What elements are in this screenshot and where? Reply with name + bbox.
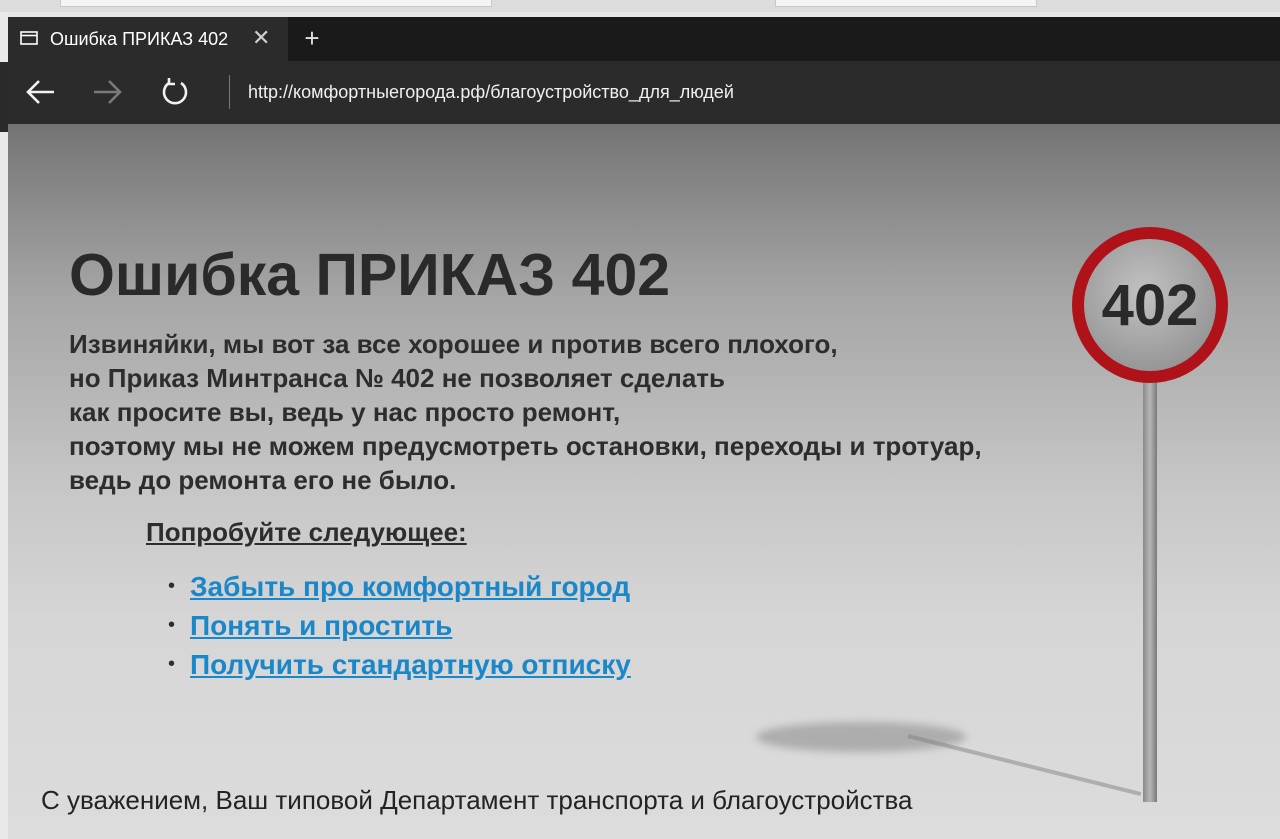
- link-standard-reply[interactable]: Получить стандартную отписку: [190, 649, 631, 681]
- try-heading: Попробуйте следующее:: [146, 517, 467, 547]
- nav-separator: [229, 75, 230, 109]
- page-title: Ошибка ПРИКАЗ 402: [69, 242, 671, 308]
- message-line: как просите вы, ведь у нас просто ремонт…: [69, 397, 621, 427]
- sign-number: 402: [1102, 273, 1199, 338]
- background-tab: [775, 0, 1037, 7]
- page-content: Ошибка ПРИКАЗ 402 Извиняйки, мы вот за в…: [8, 124, 1280, 839]
- back-arrow-icon[interactable]: [24, 76, 58, 108]
- signature: С уважением, Ваш типовой Департамент тра…: [41, 785, 913, 815]
- background-window-strip: [0, 0, 1280, 12]
- close-icon[interactable]: ✕: [252, 25, 270, 51]
- speed-sign-illustration: 402: [1072, 227, 1228, 802]
- bullet: •: [168, 614, 176, 636]
- refresh-icon[interactable]: [158, 76, 192, 108]
- bullet: •: [168, 653, 176, 675]
- sign-shadow: [756, 722, 966, 752]
- message-line: Извиняйки, мы вот за все хорошее и проти…: [69, 329, 838, 359]
- navigation-bar: http://комфортныегорода.рф/благоустройст…: [8, 61, 1280, 124]
- plus-icon[interactable]: +: [300, 23, 324, 54]
- forward-arrow-icon[interactable]: [90, 76, 124, 108]
- message-line: ведь до ремонта его не было.: [69, 465, 457, 495]
- error-message: Извиняйки, мы вот за все хорошее и проти…: [69, 327, 1169, 497]
- tab-bar: Ошибка ПРИКАЗ 402 ✕ +: [8, 17, 1280, 61]
- link-forget-comfortable-city[interactable]: Забыть про комфортный город: [190, 571, 630, 603]
- page-icon: [20, 31, 38, 45]
- message-line: но Приказ Минтранса № 402 не позволяет с…: [69, 363, 726, 393]
- browser-window: Ошибка ПРИКАЗ 402 ✕ + http://комфортныег…: [8, 17, 1280, 839]
- address-bar[interactable]: http://комфортныегорода.рф/благоустройст…: [248, 82, 734, 103]
- sign-pole: [1143, 362, 1157, 802]
- background-window-edge: [0, 12, 8, 839]
- link-understand-forgive[interactable]: Понять и простить: [190, 610, 452, 642]
- tab-active[interactable]: Ошибка ПРИКАЗ 402 ✕: [8, 17, 288, 61]
- message-line: поэтому мы не можем предусмотреть остано…: [69, 431, 982, 461]
- background-tab: [60, 0, 492, 7]
- bullet: •: [168, 575, 176, 597]
- tab-title: Ошибка ПРИКАЗ 402: [50, 29, 229, 49]
